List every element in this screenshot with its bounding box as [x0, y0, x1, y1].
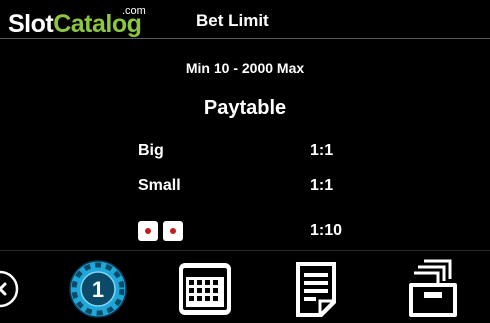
- paytable-title: Paytable: [203, 97, 287, 119]
- paytable-row-payout: 1:10: [310, 222, 343, 239]
- paytable-row-payout: 1:1: [310, 142, 334, 159]
- history-archive-button[interactable]: [406, 259, 462, 317]
- chip-icon: 1: [69, 260, 127, 318]
- bet-limit-range: Min 10 - 2000 Max: [185, 60, 305, 76]
- die-one-icon: [163, 221, 183, 241]
- header-bar: SlotCatalog .com Bet Limit: [0, 0, 490, 38]
- paytable-row-label: Small: [138, 177, 181, 194]
- header-divider: [0, 38, 490, 39]
- chip-selector-button[interactable]: 1: [68, 259, 128, 318]
- page-title: Bet Limit: [196, 11, 269, 30]
- footer-toolbar: 1: [0, 251, 490, 323]
- chip-value: 1: [92, 277, 104, 302]
- document-icon: [296, 262, 336, 317]
- close-button[interactable]: [0, 259, 22, 317]
- die-one-icon: [138, 221, 158, 241]
- paytable-row-label: Big: [138, 142, 164, 159]
- logo-slot-text: Slot: [8, 10, 54, 38]
- archive-box-icon: [409, 259, 457, 317]
- paytable-document-button[interactable]: [292, 259, 344, 317]
- close-icon: [0, 270, 19, 308]
- bet-board-button[interactable]: [177, 259, 233, 317]
- grid-calendar-icon: [179, 263, 231, 315]
- slotcatalog-logo: SlotCatalog .com: [8, 6, 158, 38]
- logo-tld-text: .com: [122, 5, 146, 17]
- paytable-row-payout: 1:1: [310, 177, 334, 194]
